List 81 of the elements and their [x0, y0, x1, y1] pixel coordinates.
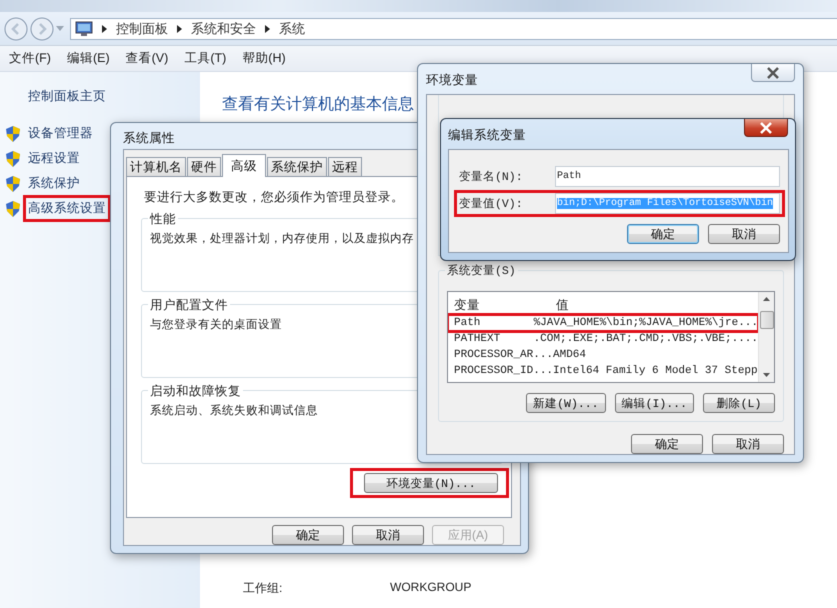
tab[interactable]: 远程: [328, 157, 362, 176]
window-title: 环境变量: [426, 72, 478, 89]
sidebar-link[interactable]: 高级系统设置: [23, 195, 111, 222]
notice-text: 要进行大多数更改，您必须作为管理员登录。: [144, 189, 404, 206]
group-description: 与您登录有关的桌面设置: [150, 318, 282, 332]
list-row[interactable]: PROCESSOR_ID...Intel64 Family 6 Model 37 Stepp: [448, 363, 758, 379]
sidebar-link[interactable]: 系统保护: [23, 170, 85, 197]
scrollbar-thumb[interactable]: [760, 311, 774, 329]
column-header[interactable]: 变量: [448, 296, 550, 314]
window-title: 编辑系统变量: [448, 127, 526, 144]
menu-item[interactable]: 文件(F): [9, 50, 51, 67]
variable-value: AMD64: [553, 349, 586, 361]
field-value: Path: [557, 171, 582, 182]
group-description: 视觉效果，处理器计划，内存使用，以及虚拟内存: [150, 232, 414, 246]
back-button[interactable]: [4, 16, 28, 40]
scrollbar[interactable]: [758, 292, 774, 382]
sidebar-link[interactable]: 设备管理器: [23, 120, 98, 147]
close-button[interactable]: [751, 64, 795, 82]
computer-icon: [75, 20, 93, 36]
detail-label: 工作组:: [243, 580, 284, 597]
shield-icon: [6, 126, 20, 142]
close-icon: [766, 66, 780, 78]
dialog-button[interactable]: 确定: [631, 434, 703, 454]
tab[interactable]: 系统保护: [267, 157, 327, 176]
shield-icon: [6, 176, 20, 192]
list-row[interactable]: PATHEXT .COM;.EXE;.BAT;.CMD;.VBS;.VBE;....: [448, 331, 758, 347]
tab[interactable]: 计算机名: [126, 157, 186, 176]
field-label: 变量值(V):: [459, 196, 524, 211]
breadcrumb-item[interactable]: 控制面板: [116, 20, 168, 38]
close-icon: [759, 122, 773, 134]
group-description: 系统启动、系统失败和调试信息: [150, 403, 318, 418]
forward-button[interactable]: [30, 16, 54, 40]
dialog-button[interactable]: 确定: [627, 224, 699, 244]
group-title: 系统变量(S): [445, 263, 518, 278]
variable-value: Intel64 Family 6 Model 37 Stepp: [553, 365, 758, 377]
list-action-button[interactable]: 编辑(I)...: [614, 393, 694, 413]
tab[interactable]: 硬件: [187, 157, 221, 176]
variable-name: Path: [453, 317, 482, 329]
detail-value: WORKGROUP: [390, 580, 472, 596]
variable-name: PROCESSOR_ID...: [453, 365, 553, 377]
scroll-down-icon[interactable]: [763, 373, 770, 377]
dialog-button[interactable]: 取消: [352, 525, 424, 545]
breadcrumb-item[interactable]: 系统和安全: [191, 20, 256, 38]
variable-value: .COM;.EXE;.BAT;.CMD;.VBS;.VBE;....: [534, 333, 758, 345]
input-field[interactable]: Path: [555, 166, 780, 187]
list-action-button[interactable]: 删除(L): [703, 393, 775, 413]
environment-variables-button[interactable]: 环境变量(N)...: [364, 473, 498, 493]
dialog-button[interactable]: 取消: [708, 224, 780, 244]
breadcrumb-item[interactable]: 系统: [279, 20, 305, 38]
page-heading: 查看有关计算机的基本信息: [222, 94, 415, 115]
tab[interactable]: 高级: [222, 154, 266, 177]
list-row[interactable]: Path %JAVA_HOME%\bin;%JAVA_HOME%\jre...: [448, 315, 758, 331]
window-title: 系统属性: [123, 130, 175, 147]
shield-icon: [6, 200, 20, 216]
shield-icon: [6, 150, 20, 166]
scroll-up-icon[interactable]: [763, 297, 770, 301]
variable-name: PATHEXT: [453, 333, 502, 345]
group-title: 用户配置文件: [148, 297, 230, 314]
group-title: 性能: [148, 211, 178, 228]
list-row[interactable]: PROCESSOR_AR...AMD64: [448, 347, 758, 363]
breadcrumb-arrow-icon: [102, 24, 107, 32]
variable-value: %JAVA_HOME%\bin;%JAVA_HOME%\jre...: [534, 317, 758, 329]
field-label: 变量名(N):: [459, 169, 524, 184]
dialog-button[interactable]: 取消: [712, 434, 784, 454]
field-value: bin;D:\Program Files\TortoiseSVN\bin: [557, 198, 774, 209]
menu-item[interactable]: 查看(V): [126, 50, 168, 67]
menu-item[interactable]: 帮助(H): [242, 50, 286, 67]
breadcrumb-arrow-icon: [177, 24, 182, 32]
address-bar[interactable]: 控制面板 系统和安全 系统: [70, 18, 837, 40]
sidebar-link[interactable]: 控制面板主页: [28, 88, 200, 105]
breadcrumb-arrow-icon: [265, 24, 270, 32]
menu-item[interactable]: 工具(T): [184, 50, 226, 67]
close-button[interactable]: [744, 119, 788, 137]
variable-name: PROCESSOR_AR...: [453, 349, 553, 361]
dialog-button[interactable]: 确定: [272, 525, 344, 545]
sidebar-link[interactable]: 远程设置: [23, 145, 85, 172]
column-header[interactable]: 值: [550, 296, 652, 314]
menu-item[interactable]: 编辑(E): [66, 50, 110, 67]
group-title: 启动和故障恢复: [148, 383, 243, 400]
list-action-button[interactable]: 新建(W)...: [526, 393, 606, 413]
dropdown-icon[interactable]: [56, 26, 64, 32]
